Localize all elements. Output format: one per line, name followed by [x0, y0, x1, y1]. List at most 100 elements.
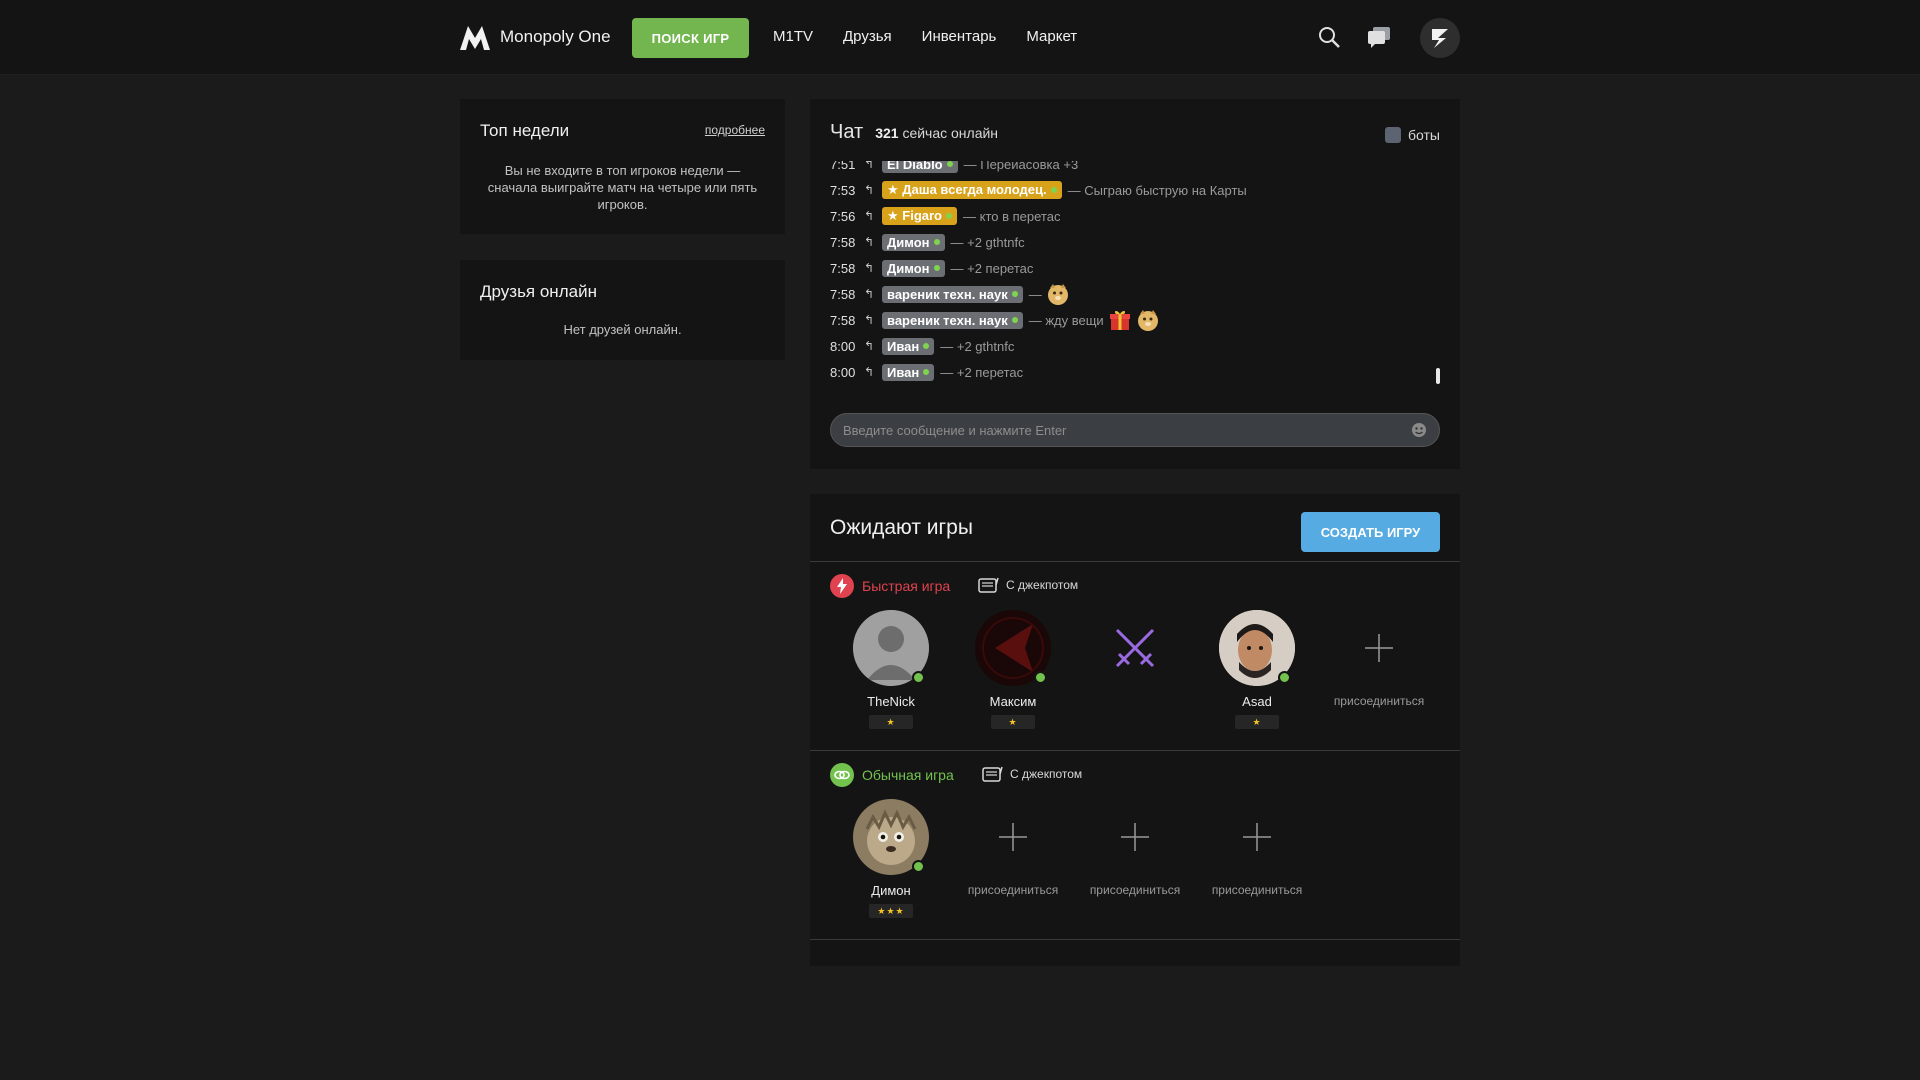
nick-text: ★ Даша всегда молодец.	[887, 182, 1047, 197]
logo-text: Monopoly One	[500, 27, 611, 46]
chat-message: 7:58 ↰ вареник техн. наук — жду вещи	[830, 307, 1430, 333]
player-avatar[interactable]	[975, 610, 1051, 686]
jackpot-label: С джекпотом	[1006, 578, 1079, 592]
online-status-dot	[912, 671, 925, 684]
plus-icon[interactable]	[1097, 799, 1173, 875]
versus-slot	[1074, 610, 1196, 686]
jackpot-icon	[978, 577, 999, 593]
join-label[interactable]: присоединиться	[1318, 694, 1440, 708]
bots-toggle[interactable]: боты	[1385, 127, 1440, 143]
top-week-title: Топ недели	[480, 121, 570, 140]
player-avatar[interactable]	[1219, 610, 1295, 686]
online-dot	[946, 213, 952, 219]
message-text: — +2 перетас	[950, 260, 1034, 276]
chat-message-input[interactable]	[830, 413, 1440, 447]
fast-game-label: Быстрая игра	[862, 578, 951, 594]
nav-inventory[interactable]: Инвентарь	[922, 28, 997, 45]
online-dot	[923, 343, 930, 349]
nav-m1tv[interactable]: M1TV	[773, 28, 813, 45]
message-time: 7:58	[830, 234, 856, 250]
chat-messages[interactable]: 7:51 ↰ El Diablo — Переиасовка +3 7:53 ↰…	[830, 161, 1430, 395]
online-label: сейчас онлайн	[902, 125, 999, 141]
bots-checkbox[interactable]	[1385, 127, 1402, 143]
reply-icon[interactable]: ↰	[864, 365, 882, 379]
search-games-button[interactable]: ПОИСК ИГР	[632, 18, 749, 58]
join-slot[interactable]: присоединиться	[1196, 799, 1318, 897]
fast-game-mode: Быстрая игра	[830, 574, 950, 598]
reply-icon[interactable]: ↰	[864, 235, 882, 249]
online-counter: 321 сейчас онлайн	[875, 125, 998, 141]
message-nick[interactable]: ★ Даша всегда молодец.	[882, 181, 1062, 199]
message-nick[interactable]: вареник техн. наук	[882, 311, 1023, 329]
regular-game-row[interactable]: Обычная игра С джекпотом Димон ★★★ присо…	[810, 751, 1460, 939]
logo[interactable]: Monopoly One	[458, 22, 611, 52]
player-avatar[interactable]	[853, 610, 929, 686]
join-label[interactable]: присоединиться	[1074, 883, 1196, 897]
join-label[interactable]: присоединиться	[1196, 883, 1318, 897]
join-slot[interactable]: присоединиться	[952, 799, 1074, 897]
player-slot[interactable]: Максим ★	[952, 610, 1074, 729]
nav-market[interactable]: Маркет	[1026, 28, 1077, 45]
nick-text: вареник техн. наук	[887, 312, 1008, 328]
message-time: 7:58	[830, 312, 856, 328]
reply-icon[interactable]: ↰	[864, 287, 882, 301]
plus-icon[interactable]	[1219, 799, 1295, 875]
nick-text: вареник техн. наук	[887, 286, 1008, 302]
plus-icon[interactable]	[975, 799, 1051, 875]
chat-scrollbar[interactable]	[1436, 368, 1440, 384]
message-text: — кто в перетас	[963, 208, 1061, 224]
top-week-more-link[interactable]: подробнее	[705, 123, 765, 137]
message-nick[interactable]: Димон	[882, 233, 945, 251]
online-count: 321	[875, 125, 899, 141]
reply-icon[interactable]: ↰	[864, 313, 882, 327]
message-text: — +2 gthtnfc	[950, 234, 1025, 250]
nick-text: Димон	[887, 260, 930, 276]
player-slot[interactable]: TheNick ★	[830, 610, 952, 729]
message-text: — жду вещи	[1028, 312, 1104, 328]
message-time: 7:58	[830, 260, 856, 276]
message-time: 7:51	[830, 161, 856, 172]
message-nick[interactable]: Иван	[882, 363, 935, 381]
plus-icon[interactable]	[1341, 610, 1417, 686]
player-slot[interactable]: Asad ★	[1196, 610, 1318, 729]
create-game-button[interactable]: СОЗДАТЬ ИГРУ	[1301, 512, 1440, 552]
online-dot	[933, 265, 940, 271]
main-nav: M1TV Друзья Инвентарь Маркет	[773, 28, 1077, 45]
message-nick[interactable]: вареник техн. наук	[882, 285, 1023, 303]
message-nick[interactable]: ★ Figaro	[882, 207, 957, 225]
chain-icon	[830, 763, 854, 787]
message-time: 7:58	[830, 286, 856, 302]
chat-header: Чат 321 сейчас онлайн	[830, 121, 998, 144]
player-name: TheNick	[867, 694, 915, 709]
regular-game-label: Обычная игра	[862, 767, 954, 783]
reply-icon[interactable]: ↰	[864, 339, 882, 353]
reply-icon[interactable]: ↰	[864, 183, 882, 197]
emoji-picker-icon[interactable]	[1410, 421, 1428, 439]
join-slot[interactable]: присоединиться	[1074, 799, 1196, 897]
user-avatar[interactable]	[1420, 18, 1460, 58]
player-name: Максим	[989, 694, 1037, 709]
reply-icon[interactable]: ↰	[864, 161, 882, 171]
chat-message: 7:58 ↰ Димон — +2 gthtnfc	[830, 229, 1430, 255]
chat-bubbles-icon[interactable]	[1364, 22, 1394, 52]
message-nick[interactable]: Иван	[882, 337, 935, 355]
nick-text: Димон	[887, 234, 930, 250]
message-text: — Переиасовка +3	[963, 161, 1079, 172]
message-nick[interactable]: El Diablo	[882, 161, 958, 173]
message-text: — +2 gthtnfc	[940, 338, 1015, 354]
fast-game-row[interactable]: Быстрая игра С джекпотом TheNick ★ Макси…	[810, 562, 1460, 750]
player-avatar[interactable]	[853, 799, 929, 875]
regular-game-jackpot: С джекпотом	[982, 765, 1082, 783]
reply-icon[interactable]: ↰	[864, 209, 882, 223]
message-nick[interactable]: Димон	[882, 259, 945, 277]
search-icon[interactable]	[1314, 22, 1344, 52]
nav-friends[interactable]: Друзья	[843, 28, 892, 45]
join-slot[interactable]: присоединиться	[1318, 610, 1440, 708]
friends-empty-text: Нет друзей онлайн.	[563, 322, 682, 337]
message-text: — Сыграю быструю на Карты	[1067, 182, 1247, 198]
chat-title: Чат	[830, 121, 864, 143]
reply-icon[interactable]: ↰	[864, 261, 882, 275]
player-slot[interactable]: Димон ★★★	[830, 799, 952, 918]
join-label[interactable]: присоединиться	[952, 883, 1074, 897]
regular-game-mode: Обычная игра	[830, 763, 954, 787]
